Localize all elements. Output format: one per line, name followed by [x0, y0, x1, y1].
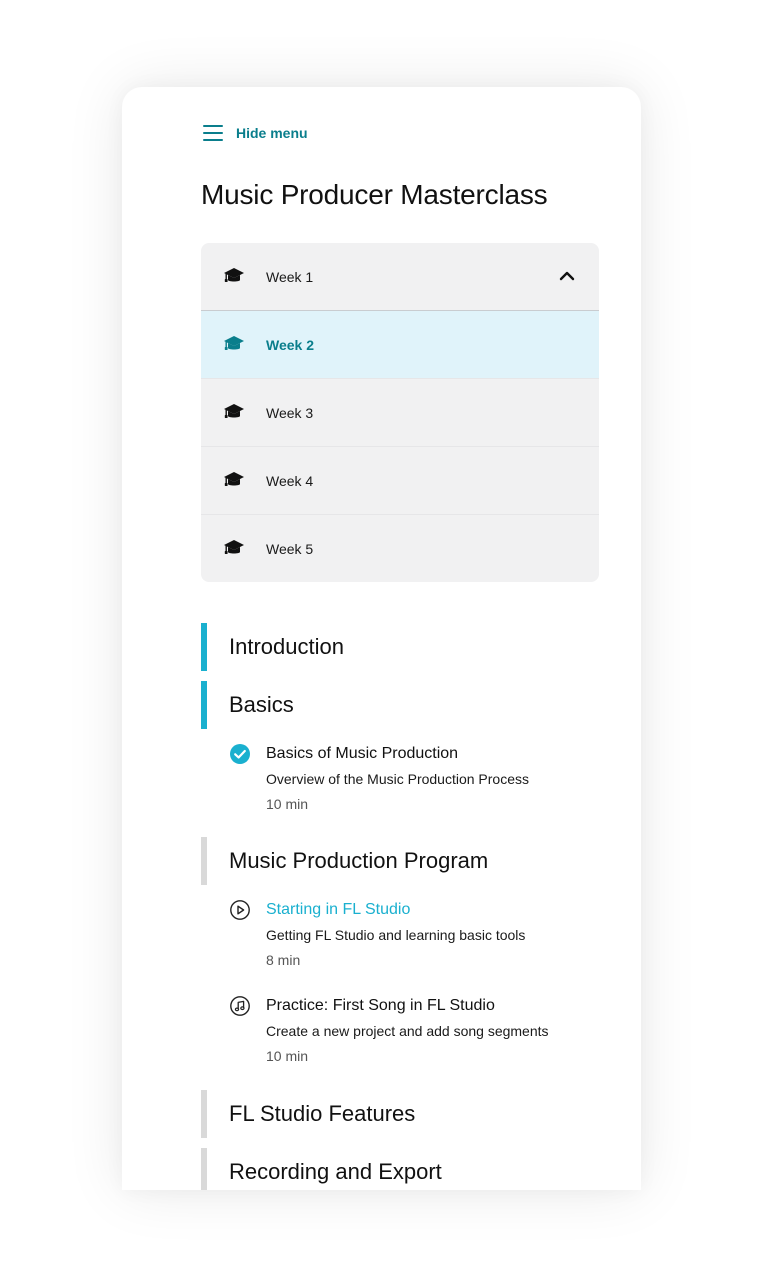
hamburger-icon — [203, 125, 223, 141]
hide-menu-label: Hide menu — [236, 125, 308, 141]
hide-menu-button[interactable]: Hide menu — [201, 123, 308, 143]
lesson-title: Basics of Music Production — [266, 745, 459, 762]
section-bar — [201, 681, 207, 729]
course-menu-card: Hide menu Music Producer Masterclass Wee… — [122, 87, 641, 1190]
section-introduction[interactable]: Introduction — [201, 623, 599, 671]
week-label: Week 5 — [266, 540, 314, 557]
section-title: Introduction — [229, 634, 344, 659]
music-note-circle-icon — [230, 996, 250, 1016]
section-music-production-program[interactable]: Music Production Program — [201, 837, 599, 885]
lesson-title: Practice: First Song in FL Studio — [266, 997, 495, 1014]
graduation-cap-icon — [224, 404, 244, 418]
graduation-cap-icon — [224, 540, 244, 554]
week-selector: Week 1 Week 2 Week 3 Week 4 Week 5 — [201, 243, 599, 582]
completed-check-icon — [230, 744, 250, 764]
week-label: Week 2 — [266, 336, 314, 353]
week-label: Week 3 — [266, 404, 314, 421]
section-title: Basics — [229, 692, 294, 717]
week-item-2[interactable]: Week 2 — [201, 311, 599, 379]
graduation-cap-icon — [224, 336, 244, 350]
section-bar — [201, 837, 207, 885]
lesson-duration: 10 min — [266, 796, 309, 812]
section-bar — [201, 1148, 207, 1190]
lesson-description: Create a new project and add song segmen… — [266, 1023, 549, 1039]
lesson-description: Getting FL Studio and learning basic too… — [266, 927, 526, 943]
section-bar — [201, 623, 207, 671]
lesson-duration: 8 min — [266, 952, 301, 968]
page-title: Music Producer Masterclass — [201, 179, 548, 210]
section-title: FL Studio Features — [229, 1101, 416, 1126]
section-fl-studio-features[interactable]: FL Studio Features — [201, 1090, 599, 1138]
lesson-duration: 10 min — [266, 1048, 309, 1064]
lesson-title-link[interactable]: Starting in FL Studio — [266, 899, 410, 921]
section-basics[interactable]: Basics — [201, 681, 599, 729]
section-title: Music Production Program — [229, 848, 489, 873]
week-item-5[interactable]: Week 5 — [201, 515, 599, 582]
section-title: Recording and Export — [229, 1159, 442, 1184]
section-recording-and-export[interactable]: Recording and Export — [201, 1148, 599, 1190]
graduation-cap-icon — [224, 472, 244, 486]
section-bar — [201, 1090, 207, 1138]
play-circle-icon — [230, 900, 250, 920]
week-label: Week 1 — [266, 268, 314, 285]
week-item-1[interactable]: Week 1 — [201, 243, 599, 311]
week-label: Week 4 — [266, 472, 314, 489]
week-item-4[interactable]: Week 4 — [201, 447, 599, 515]
week-item-3[interactable]: Week 3 — [201, 379, 599, 447]
lesson-description: Overview of the Music Production Process — [266, 771, 529, 787]
graduation-cap-icon — [224, 268, 244, 282]
chevron-up-icon[interactable] — [559, 269, 575, 281]
